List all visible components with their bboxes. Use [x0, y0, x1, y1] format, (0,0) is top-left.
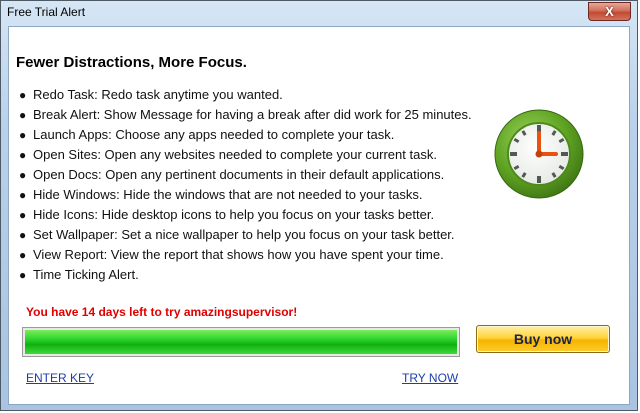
- bullet-icon: ●: [19, 108, 27, 122]
- feature-text: Redo Task: Redo task anytime you wanted.: [33, 87, 283, 102]
- bullet-icon: ●: [19, 248, 27, 262]
- bullet-icon: ●: [19, 268, 27, 282]
- feature-text: Set Wallpaper: Set a nice wallpaper to h…: [33, 227, 455, 242]
- title-bar[interactable]: Free Trial Alert X: [1, 1, 637, 25]
- feature-text: Hide Icons: Hide desktop icons to help y…: [33, 207, 435, 222]
- feature-text: Open Sites: Open any websites needed to …: [33, 147, 437, 162]
- feature-text: Time Ticking Alert.: [33, 267, 139, 282]
- feature-item: ● Launch Apps: Choose any apps needed to …: [19, 125, 472, 145]
- feature-item: ● Time Ticking Alert.: [19, 265, 472, 285]
- trial-days-left-message: You have 14 days left to try amazingsupe…: [26, 305, 298, 319]
- feature-text: Break Alert: Show Message for having a b…: [33, 107, 472, 122]
- bullet-icon: ●: [19, 188, 27, 202]
- window-title: Free Trial Alert: [7, 5, 86, 19]
- dialog-content: Fewer Distractions, More Focus. ● Redo Ta…: [8, 26, 630, 405]
- feature-item: ● View Report: View the report that shows…: [19, 245, 472, 265]
- feature-item: ● Hide Icons: Hide desktop icons to help …: [19, 205, 472, 225]
- feature-item: ● Set Wallpaper: Set a nice wallpaper to …: [19, 225, 472, 245]
- bullet-icon: ●: [19, 128, 27, 142]
- bullet-icon: ●: [19, 228, 27, 242]
- headline: Fewer Distractions, More Focus.: [16, 54, 247, 71]
- buy-now-button[interactable]: Buy now: [476, 325, 610, 353]
- feature-text: Launch Apps: Choose any apps needed to c…: [33, 127, 395, 142]
- feature-text: Hide Windows: Hide the windows that are …: [33, 187, 423, 202]
- free-trial-alert-window: Free Trial Alert X Fewer Distractions, M…: [0, 0, 638, 411]
- close-icon: X: [605, 4, 614, 19]
- clock-icon: [494, 109, 584, 199]
- feature-list: ● Redo Task: Redo task anytime you wanted…: [19, 85, 472, 285]
- trial-progress-fill: [25, 330, 457, 354]
- bullet-icon: ●: [19, 88, 27, 102]
- enter-key-link[interactable]: ENTER KEY: [26, 371, 94, 385]
- feature-text: Open Docs: Open any pertinent documents …: [33, 167, 445, 182]
- feature-item: ● Hide Windows: Hide the windows that are…: [19, 185, 472, 205]
- feature-item: ● Open Docs: Open any pertinent documents…: [19, 165, 472, 185]
- feature-item: ● Open Sites: Open any websites needed to…: [19, 145, 472, 165]
- bullet-icon: ●: [19, 168, 27, 182]
- feature-item: ● Redo Task: Redo task anytime you wanted…: [19, 85, 472, 105]
- trial-progress-bar: [22, 327, 460, 357]
- feature-text: View Report: View the report that shows …: [33, 247, 444, 262]
- try-now-link[interactable]: TRY NOW: [402, 371, 458, 385]
- close-button[interactable]: X: [588, 2, 631, 21]
- bullet-icon: ●: [19, 148, 27, 162]
- bullet-icon: ●: [19, 208, 27, 222]
- feature-item: ● Break Alert: Show Message for having a …: [19, 105, 472, 125]
